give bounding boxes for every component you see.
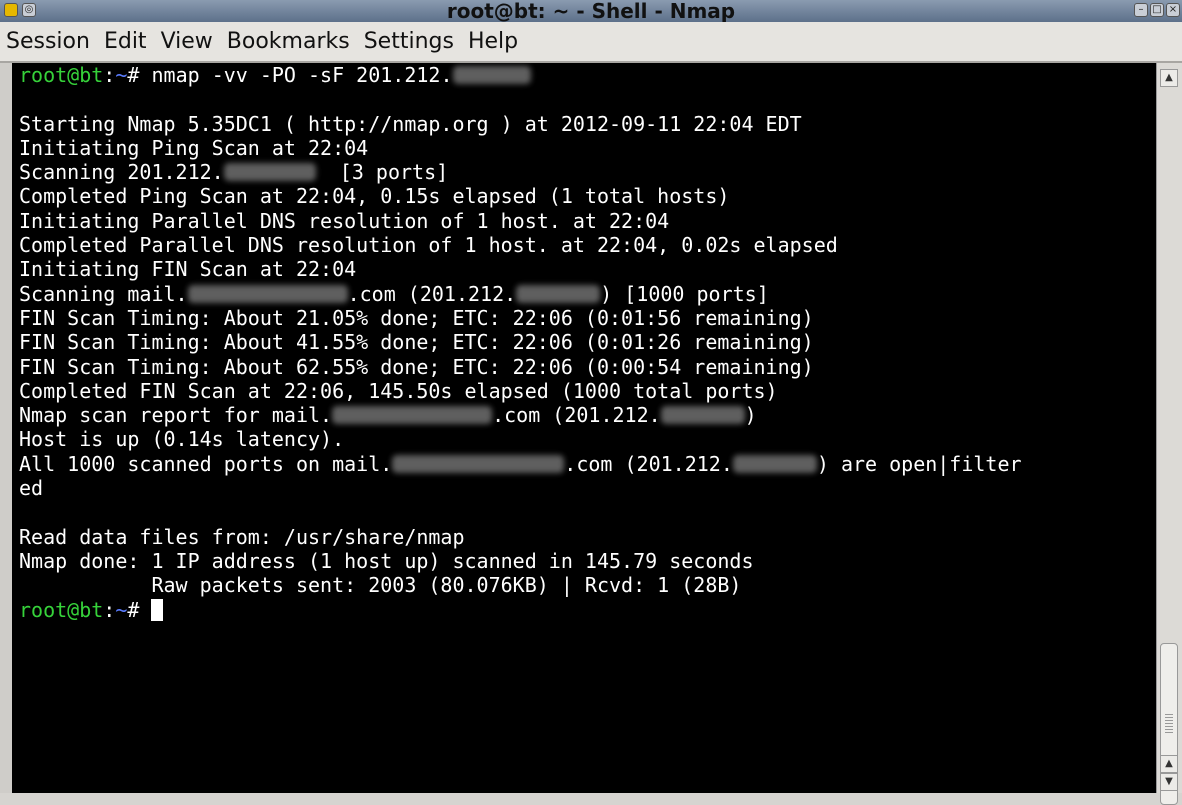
menu-bookmarks[interactable]: Bookmarks [227,29,350,54]
prompt-colon: : [103,63,116,87]
output-line: Scanning 201.212. [3 ports] [12,160,1156,184]
minimize-icon[interactable]: – [1134,3,1148,17]
output-line: Completed FIN Scan at 22:06, 145.50s ela… [19,378,778,403]
output-line: FIN Scan Timing: About 41.55% done; ETC:… [19,330,814,355]
vertical-scrollbar[interactable]: ▲ ▲ ▼ [1156,63,1182,805]
output-line: Read data files from: /usr/share/nmap [19,524,465,549]
scroll-up-lower-icon[interactable]: ▲ [1160,755,1178,773]
output-line: Scanning mail. .com (201.212. ) [1000 port… [12,282,1156,306]
menu-settings[interactable]: Settings [364,29,454,54]
terminal-output[interactable]: root@bt:~# nmap -vv -PO -sF 201.212. Sta… [12,63,1156,793]
redacted-ip [732,454,817,473]
output-text: Scanning 201.212. [19,160,224,185]
output-text: ) are open|filter [816,451,1022,476]
menu-view[interactable]: View [161,29,213,54]
prompt-dir: ~ [115,597,128,622]
menu-session[interactable]: Session [6,29,90,54]
output-text: All 1000 scanned ports on mail. [19,451,393,476]
output-text: [3 ports] [315,160,449,185]
konsole-window: ◎ root@bt: ~ - Shell - Nmap – □ × Sessio… [0,0,1182,805]
close-icon[interactable]: × [1166,3,1180,17]
redacted-ip [223,163,316,182]
prompt-user: root@bt [19,63,104,87]
output-line: ed [19,476,44,501]
output-line: Completed Parallel DNS resolution of 1 h… [19,233,838,258]
output-text: .com (201.212. [564,451,733,476]
prompt-colon: : [103,597,116,622]
output-text: Scanning mail. [19,281,188,306]
prompt-user: root@bt [19,597,104,622]
redacted-domain [187,284,348,303]
output-line: Initiating FIN Scan at 22:04 [19,257,357,282]
prompt-suffix: # [127,597,152,622]
window-title: root@bt: ~ - Shell - Nmap [446,0,736,23]
output-text: ) [744,403,757,428]
prompt-line: root@bt:~# [12,598,1156,622]
output-line: Initiating Ping Scan at 22:04 [19,135,369,160]
prompt-line: root@bt:~# nmap -vv -PO -sF 201.212. [12,63,1156,87]
output-line: Nmap scan report for mail. .com (201.212.… [12,403,1156,427]
redacted-ip [452,66,531,84]
scroll-down-icon[interactable]: ▼ [1160,773,1178,791]
text-cursor [151,598,164,621]
grip-icon [1165,714,1173,734]
prompt-dir: ~ [115,63,128,87]
redacted-domain [392,454,565,473]
output-text: Nmap scan report for mail. [19,403,333,428]
scroll-up-icon[interactable]: ▲ [1160,69,1178,87]
output-line: All 1000 scanned ports on mail. .com (201… [12,452,1156,476]
output-text: .com (201.212. [347,281,517,306]
output-text: ) [1000 ports] [600,281,769,306]
output-text: .com (201.212. [492,403,661,428]
menu-help[interactable]: Help [468,29,518,54]
command-text: nmap -vv -PO -sF 201.212. [151,63,453,87]
output-line: Nmap done: 1 IP address (1 host up) scan… [19,548,754,573]
output-line: Initiating Parallel DNS resolution of 1 … [19,208,670,233]
menu-edit[interactable]: Edit [104,29,147,54]
title-bar[interactable]: ◎ root@bt: ~ - Shell - Nmap – □ × [0,0,1182,22]
output-line: FIN Scan Timing: About 62.55% done; ETC:… [19,354,814,379]
terminal-frame [0,63,12,793]
output-line: FIN Scan Timing: About 21.05% done; ETC:… [19,305,814,330]
redacted-ip [516,284,601,303]
prompt-suffix: # [127,63,152,87]
output-line: Host is up (0.14s latency). [19,427,345,452]
maximize-icon[interactable]: □ [1150,3,1164,17]
redacted-ip [660,406,745,425]
output-line: Starting Nmap 5.35DC1 ( http://nmap.org … [19,111,802,136]
output-line: Raw packets sent: 2003 (80.076KB) | Rcvd… [19,573,742,598]
menu-bar: Session Edit View Bookmarks Settings Hel… [0,22,1182,63]
redacted-domain [332,406,493,425]
output-line: Completed Ping Scan at 22:04, 0.15s elap… [19,184,730,209]
